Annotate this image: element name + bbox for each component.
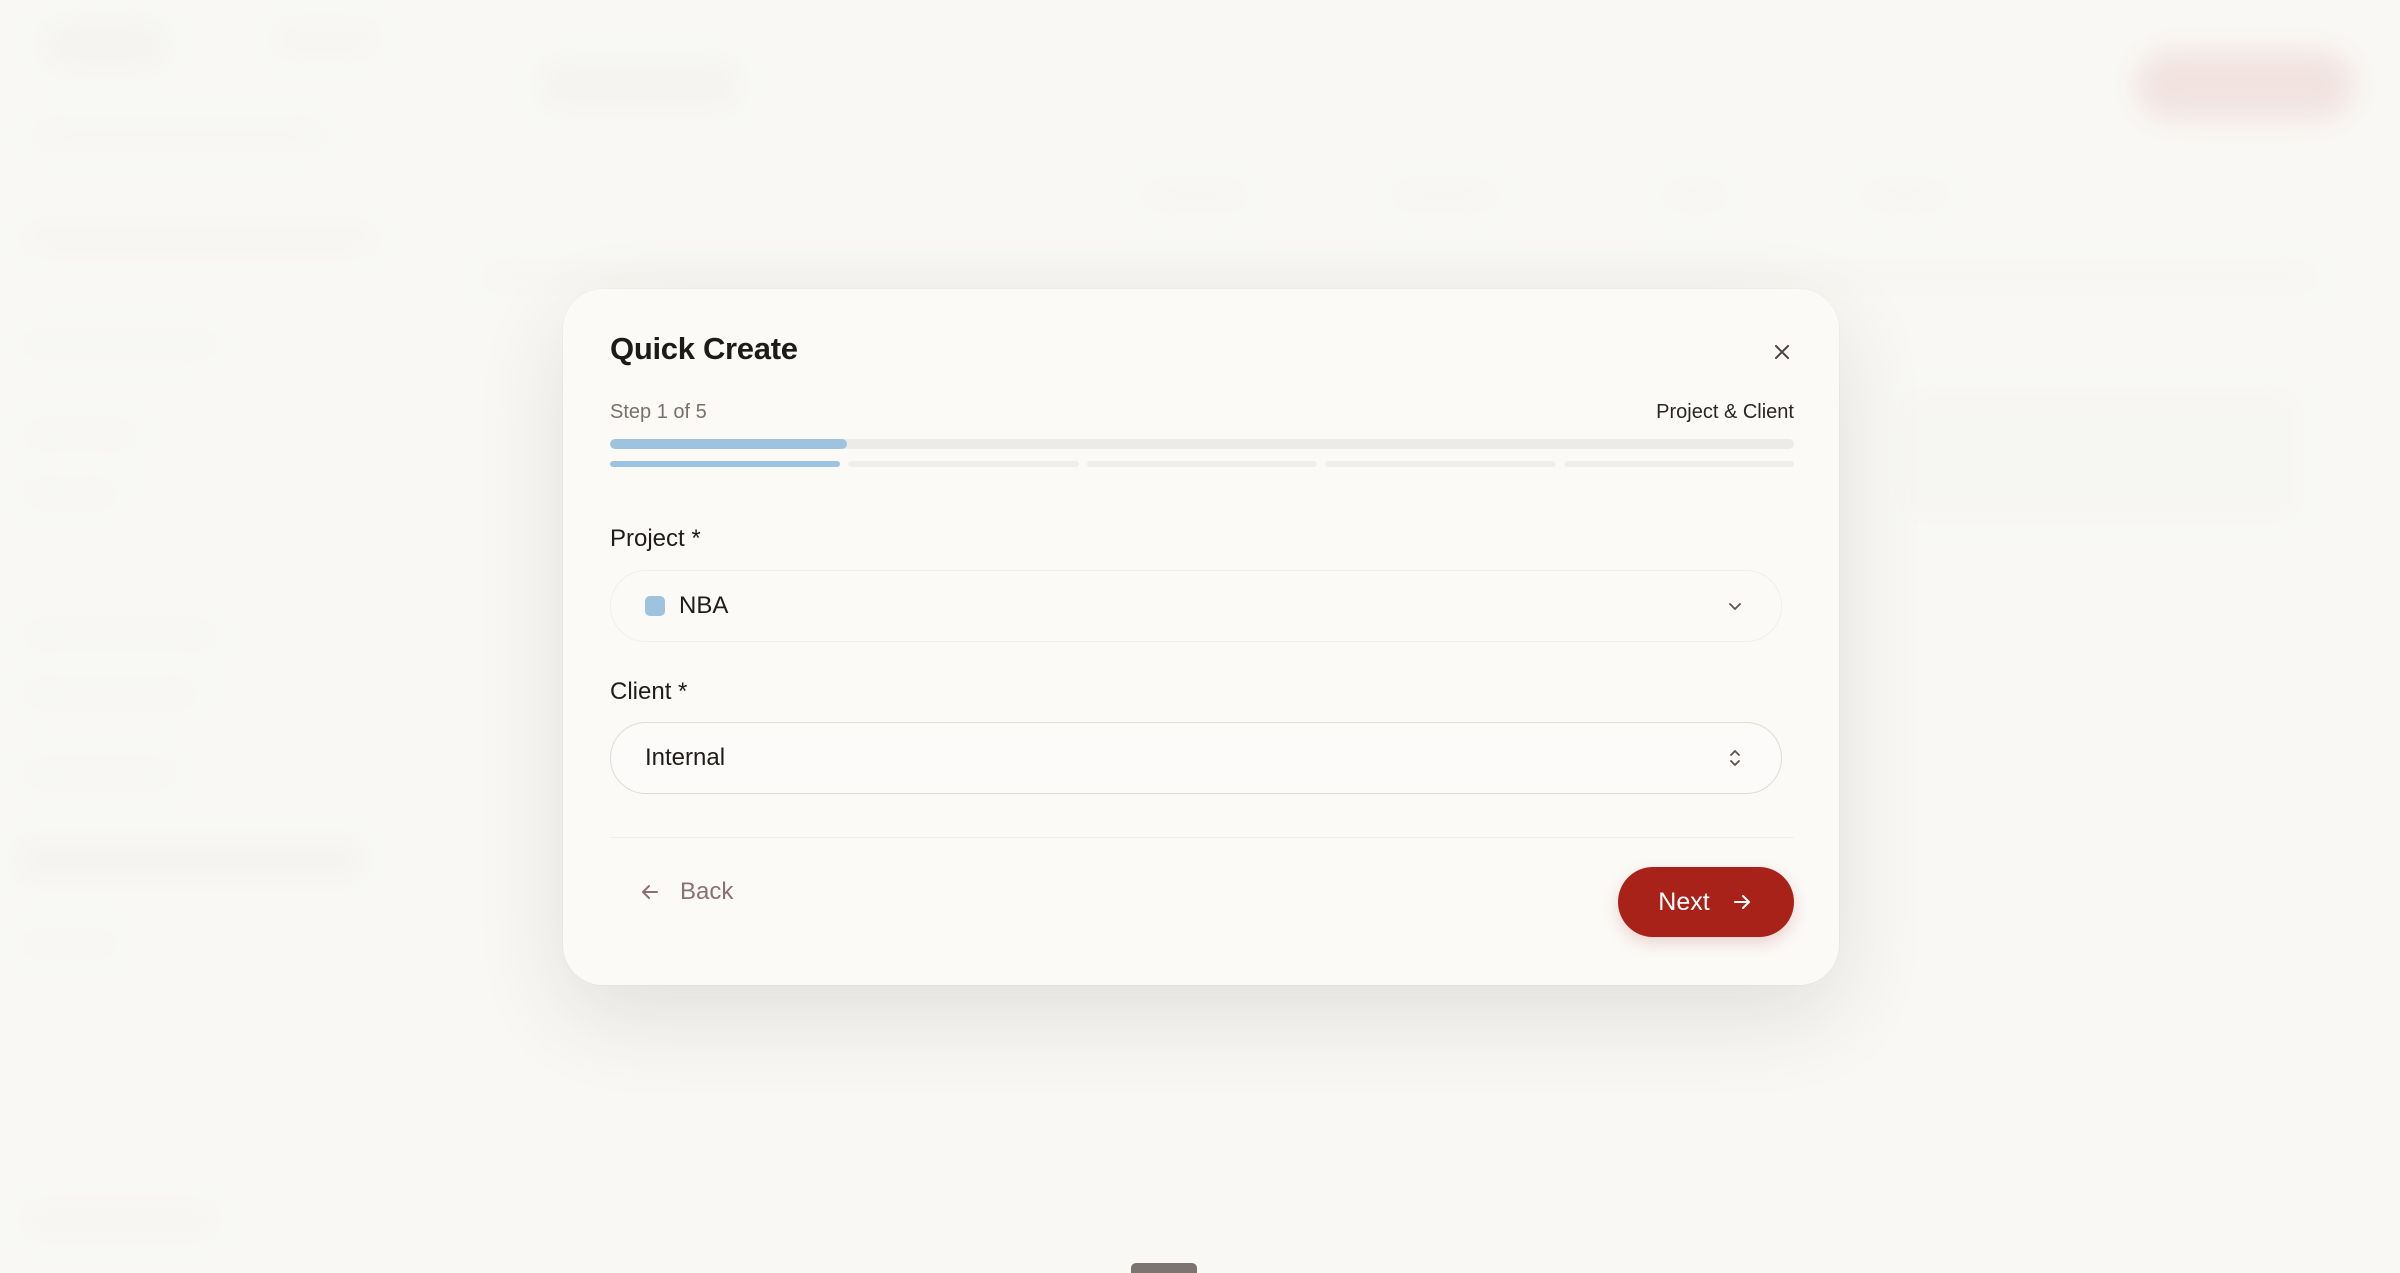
arrow-left-icon <box>642 885 658 899</box>
next-label: Next <box>1658 887 1710 916</box>
step-segments <box>610 461 1795 467</box>
close-button[interactable] <box>1765 335 1799 369</box>
step-segment <box>1086 461 1318 467</box>
client-label: Client * <box>610 678 688 705</box>
back-button[interactable]: Back <box>638 869 733 915</box>
back-label: Back <box>680 878 734 905</box>
progress-fill <box>610 439 847 449</box>
project-color-swatch <box>645 596 665 616</box>
footer-divider <box>610 837 1794 838</box>
project-select[interactable]: NBA <box>610 570 1782 642</box>
client-value: Internal <box>645 744 726 771</box>
chevron-down-icon <box>1723 594 1747 618</box>
arrow-right-icon <box>1733 895 1750 909</box>
quick-create-dialog: Quick Create Step 1 of 5 Project & Clien… <box>563 289 1839 985</box>
project-label: Project * <box>610 525 701 552</box>
next-button[interactable]: Next <box>1618 867 1794 937</box>
progress-bar <box>610 439 1794 449</box>
bottom-drag-handle[interactable] <box>1131 1263 1197 1273</box>
step-segment <box>610 461 841 467</box>
project-value: NBA <box>679 592 729 619</box>
step-segment <box>1325 461 1556 467</box>
dialog-title: Quick Create <box>610 331 798 366</box>
client-select[interactable]: Internal <box>610 722 1782 794</box>
step-indicator: Step 1 of 5 <box>610 401 707 423</box>
step-name: Project & Client <box>1656 401 1794 423</box>
chevron-up-down-icon <box>1723 746 1747 770</box>
step-segment <box>1563 461 1795 467</box>
close-icon <box>1775 345 1789 359</box>
step-segment <box>848 461 1079 467</box>
